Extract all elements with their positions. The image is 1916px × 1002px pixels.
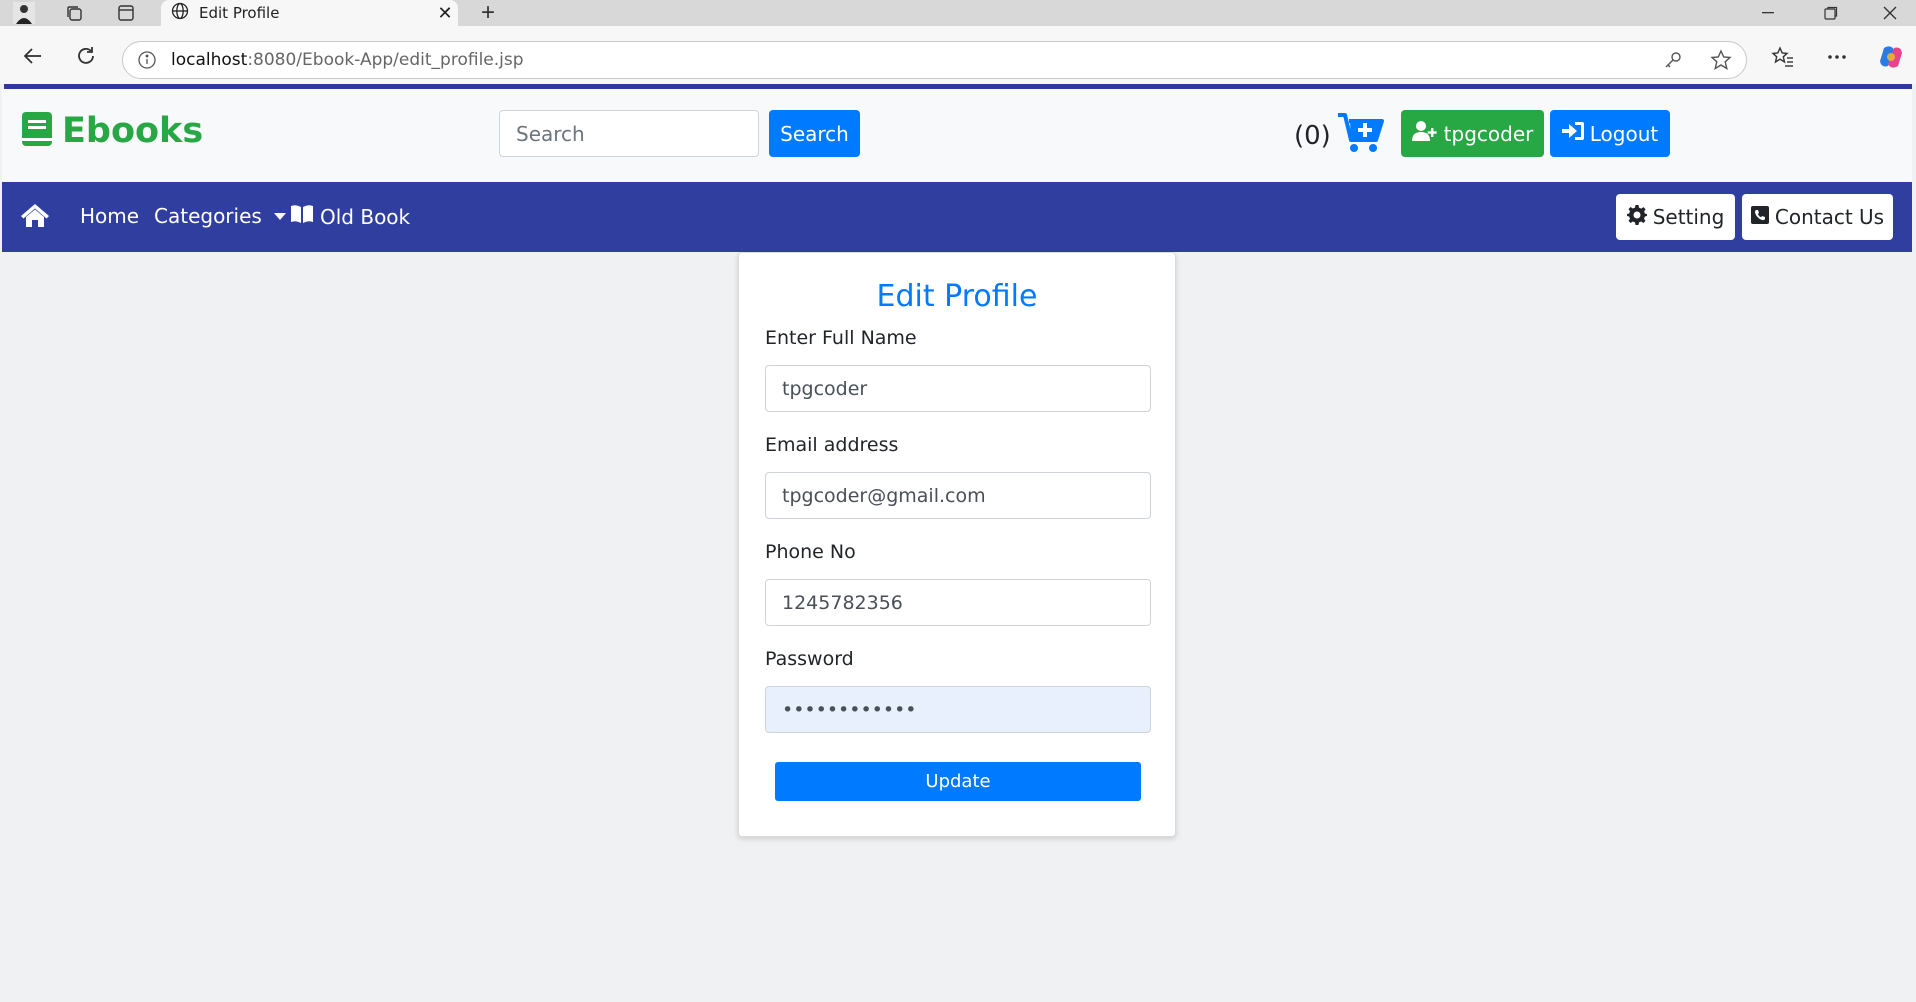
site-header: Ebooks Search (0) tpgcoder Logout bbox=[2, 89, 1912, 182]
user-profile-button[interactable]: tpgcoder bbox=[1401, 110, 1544, 157]
email-input[interactable] bbox=[765, 472, 1151, 519]
fullname-label: Enter Full Name bbox=[765, 327, 917, 349]
refresh-icon[interactable] bbox=[68, 38, 104, 74]
search-button[interactable]: Search bbox=[769, 110, 860, 157]
user-plus-icon bbox=[1411, 121, 1438, 146]
sign-in-icon bbox=[1561, 121, 1584, 146]
nav-old-book-link[interactable]: Old Book bbox=[290, 204, 410, 229]
cart-count: (0) bbox=[1294, 121, 1331, 151]
globe-icon bbox=[171, 2, 189, 24]
collections-icon[interactable] bbox=[60, 2, 88, 24]
chevron-down-icon bbox=[273, 212, 286, 220]
edit-profile-card: Edit Profile Enter Full Name Email addre… bbox=[738, 252, 1176, 837]
setting-label: Setting bbox=[1652, 205, 1725, 229]
fullname-input[interactable] bbox=[765, 365, 1151, 412]
user-profile-label: tpgcoder bbox=[1443, 121, 1534, 146]
password-label: Password bbox=[765, 648, 854, 670]
setting-button[interactable]: Setting bbox=[1616, 194, 1735, 240]
phone-label: Phone No bbox=[765, 541, 856, 563]
open-book-icon bbox=[290, 204, 314, 229]
favorite-star-icon[interactable] bbox=[1710, 49, 1732, 76]
logout-button[interactable]: Logout bbox=[1550, 110, 1670, 157]
close-window-icon[interactable] bbox=[1864, 0, 1916, 26]
tab-close-icon[interactable]: ✕ bbox=[432, 0, 458, 26]
minimize-icon[interactable] bbox=[1742, 0, 1794, 26]
search-input[interactable] bbox=[499, 110, 759, 157]
browser-tab-active[interactable]: Edit Profile ✕ bbox=[161, 0, 458, 26]
email-label: Email address bbox=[765, 434, 899, 456]
url-path: :8080/Ebook-App/edit_profile.jsp bbox=[247, 50, 524, 70]
nav-old-book-label: Old Book bbox=[320, 204, 411, 229]
restore-icon[interactable] bbox=[1805, 0, 1857, 26]
tab-actions-icon[interactable] bbox=[112, 2, 140, 24]
tab-title: Edit Profile bbox=[199, 4, 280, 22]
new-tab-button[interactable]: + bbox=[472, 0, 504, 26]
gear-icon bbox=[1626, 204, 1647, 230]
nav-categories-label: Categories bbox=[154, 204, 262, 228]
favorites-icon[interactable] bbox=[1766, 40, 1800, 74]
profile-avatar-icon[interactable] bbox=[10, 2, 38, 24]
brand-logo[interactable]: Ebooks bbox=[22, 111, 203, 151]
main-navbar: Home Categories Old Book Setting Contact… bbox=[2, 182, 1912, 252]
nav-categories-dropdown[interactable]: Categories bbox=[154, 204, 286, 228]
home-icon[interactable] bbox=[20, 202, 50, 233]
brand-name: Ebooks bbox=[62, 111, 204, 151]
page-title: Edit Profile bbox=[876, 279, 1038, 314]
browser-tab-bar: Edit Profile ✕ + bbox=[0, 0, 1916, 26]
phone-input[interactable] bbox=[765, 579, 1151, 626]
update-button[interactable]: Update bbox=[775, 762, 1141, 801]
password-key-icon[interactable] bbox=[1662, 49, 1684, 76]
address-toolbar: localhost:8080/Ebook-App/edit_profile.js… bbox=[0, 26, 1916, 84]
copilot-icon[interactable] bbox=[1874, 40, 1908, 74]
password-input[interactable] bbox=[765, 686, 1151, 733]
book-icon bbox=[22, 111, 52, 151]
back-arrow-icon[interactable] bbox=[14, 38, 50, 74]
phone-square-icon bbox=[1750, 205, 1769, 229]
address-bar[interactable]: localhost:8080/Ebook-App/edit_profile.js… bbox=[122, 41, 1747, 79]
site-info-icon[interactable] bbox=[123, 50, 171, 70]
contact-us-button[interactable]: Contact Us bbox=[1742, 194, 1893, 240]
contact-us-label: Contact Us bbox=[1774, 205, 1885, 229]
more-menu-icon[interactable] bbox=[1820, 40, 1854, 74]
cart-plus-icon[interactable] bbox=[1338, 112, 1384, 159]
url-host: localhost bbox=[171, 50, 248, 70]
nav-home-link[interactable]: Home bbox=[80, 204, 139, 228]
logout-label: Logout bbox=[1589, 121, 1659, 146]
